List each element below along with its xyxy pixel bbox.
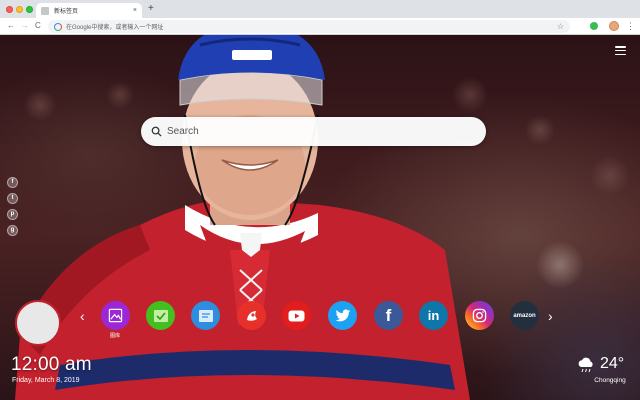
social-sidebar: f t p g xyxy=(7,177,18,236)
dock-next-arrow[interactable]: › xyxy=(548,306,553,326)
amazon-icon: amazon xyxy=(513,312,536,319)
facebook-app[interactable]: f xyxy=(374,301,403,330)
facebook-icon: f xyxy=(385,306,392,325)
tab-title: 新标签页 xyxy=(54,9,79,15)
back-button[interactable]: ← xyxy=(7,20,15,32)
close-window-button[interactable] xyxy=(6,6,13,13)
forward-button[interactable]: → xyxy=(21,20,29,32)
youtube-icon xyxy=(288,310,305,321)
search-box[interactable] xyxy=(141,117,486,146)
check-icon xyxy=(153,309,168,322)
tab-close-button[interactable]: × xyxy=(133,7,137,14)
cloud-rain-icon xyxy=(578,357,593,373)
maximize-window-button[interactable] xyxy=(26,6,33,13)
dock-prev-arrow[interactable]: ‹ xyxy=(80,306,85,326)
browser-tab[interactable]: 新标签页 × xyxy=(36,3,142,18)
youtube-app[interactable] xyxy=(282,301,311,330)
address-bar[interactable]: 在Google中搜索，或者输入一个网址 ☆ xyxy=(48,20,570,33)
instagram-icon xyxy=(472,308,487,323)
notes-app[interactable] xyxy=(191,301,220,330)
image-app-label: 图库 xyxy=(109,333,120,339)
clock-date: Friday, March 8, 2019 xyxy=(12,377,80,384)
twitter-share-icon[interactable]: t xyxy=(7,193,18,204)
note-icon xyxy=(198,309,213,322)
image-icon xyxy=(108,308,123,323)
game-icon xyxy=(246,310,257,321)
linkedin-icon: in xyxy=(427,308,440,323)
extension-icon[interactable] xyxy=(590,22,598,30)
profile-avatar-icon[interactable] xyxy=(609,21,619,31)
browser-toolbar: ← → C 在Google中搜索，或者输入一个网址 ☆ ⋮ xyxy=(0,18,640,35)
browser-menu-button[interactable]: ⋮ xyxy=(626,20,635,32)
facebook-share-icon[interactable]: f xyxy=(7,177,18,188)
search-input[interactable] xyxy=(167,126,486,137)
reload-button[interactable]: C xyxy=(35,20,41,32)
tab-favicon-icon xyxy=(41,6,49,15)
pinterest-share-icon[interactable]: p xyxy=(7,209,18,220)
new-tab-page: f t p g ‹ 图库 xyxy=(0,35,640,400)
twitter-app[interactable] xyxy=(328,301,357,330)
instagram-app[interactable] xyxy=(465,301,494,330)
bookmark-star-icon[interactable]: ☆ xyxy=(557,22,564,31)
new-tab-button[interactable]: + xyxy=(148,3,154,15)
image-app[interactable] xyxy=(101,301,130,330)
menu-icon[interactable] xyxy=(615,46,626,55)
weather-city: Chongqing xyxy=(594,377,626,384)
game-app[interactable] xyxy=(237,301,266,330)
tasks-app[interactable] xyxy=(146,301,175,330)
browser-titlebar: 新标签页 × + xyxy=(0,0,640,18)
google-icon xyxy=(54,22,62,31)
twitter-icon xyxy=(335,308,350,321)
amazon-app[interactable]: amazon xyxy=(510,301,539,330)
linkedin-app[interactable]: in xyxy=(419,301,448,330)
clock-time: 12:00 am xyxy=(11,354,92,375)
minimize-window-button[interactable] xyxy=(16,6,23,13)
weather-temperature: 24° xyxy=(600,355,625,372)
background-hockey-player-image xyxy=(15,35,470,400)
google-share-icon[interactable]: g xyxy=(7,225,18,236)
address-bar-placeholder: 在Google中搜索，或者输入一个网址 xyxy=(66,25,164,31)
search-icon xyxy=(151,126,162,137)
